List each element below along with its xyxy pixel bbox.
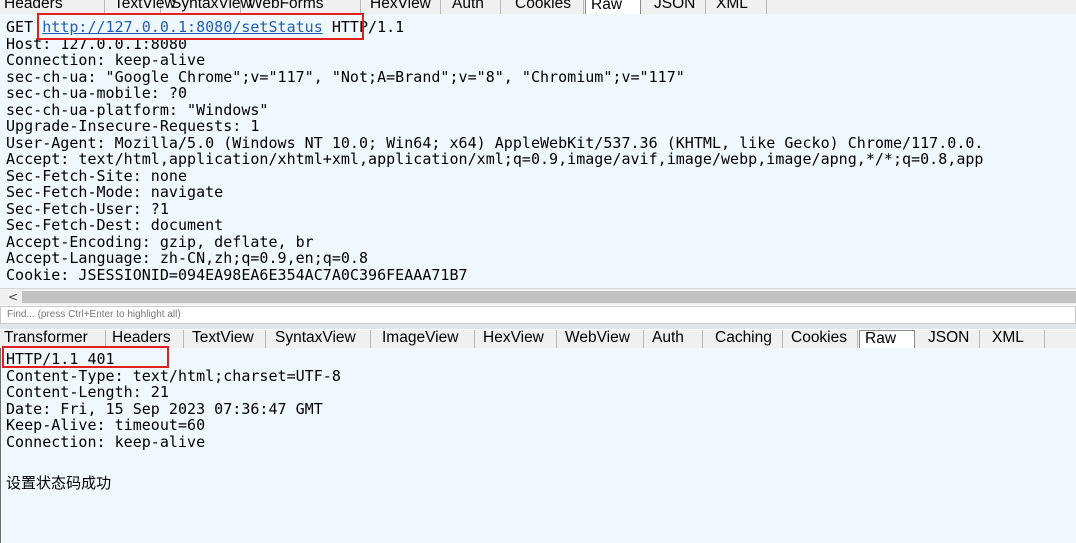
response-tab-transformer[interactable]: Transformer xyxy=(4,330,106,348)
response-tab-syntaxview[interactable]: SyntaxView xyxy=(268,330,371,348)
response-tab-headers[interactable]: Headers xyxy=(107,330,184,348)
request-header-line: sec-ch-ua-platform: "Windows" xyxy=(6,100,269,119)
request-header-line: User-Agent: Mozilla/5.0 (Windows NT 10.0… xyxy=(6,133,984,152)
request-tab-syntaxview[interactable]: SyntaxView xyxy=(165,0,252,14)
request-tab-bar: Headers TextView SyntaxView WebForms Hex… xyxy=(0,0,1076,14)
request-header-line: Connection: keep-alive xyxy=(6,51,206,69)
request-header-line: Host: 127.0.0.1:8080 xyxy=(6,34,188,53)
request-header-line: Accept-Language: zh-CN,zh;q=0.9,en;q=0.8 xyxy=(6,249,369,267)
request-header-line: Accept: text/html,application/xhtml+xml,… xyxy=(6,150,984,168)
response-header-line: Date: Fri, 15 Sep 2023 07:36:47 GMT xyxy=(6,399,323,418)
request-tab-xml[interactable]: XML xyxy=(709,0,767,14)
request-tab-cookies[interactable]: Cookies xyxy=(505,0,584,14)
response-body-text: 设置状态码成功 xyxy=(6,474,112,492)
request-method: GET xyxy=(6,18,43,36)
response-tab-caching[interactable]: Caching xyxy=(706,330,783,348)
pane-splitter[interactable] xyxy=(0,324,1076,329)
request-tab-auth[interactable]: Auth xyxy=(442,0,501,14)
request-header-line: Sec-Fetch-Mode: navigate xyxy=(6,183,224,201)
request-header-line: sec-ch-ua-mobile: ?0 xyxy=(6,84,188,102)
response-tab-webview[interactable]: WebView xyxy=(559,330,644,348)
response-tab-bar: Transformer Headers TextView SyntaxView … xyxy=(0,330,1076,348)
request-protocol: HTTP/1.1 xyxy=(322,18,405,36)
response-header-line: Content-Length: 21 xyxy=(6,383,169,401)
response-tab-json[interactable]: JSON xyxy=(918,330,980,348)
response-tab-raw[interactable]: Raw xyxy=(859,330,915,348)
request-tab-hexview[interactable]: HexView xyxy=(362,0,441,14)
response-raw-pane[interactable]: HTTP/1.1 401 Content-Type: text/html;cha… xyxy=(0,348,1076,543)
response-header-line: Keep-Alive: timeout=60 xyxy=(6,416,206,434)
response-status-line: HTTP/1.1 401 xyxy=(6,350,115,368)
request-header-line: Cookie: JSESSIONID=094EA98EA6E354AC7A0C3… xyxy=(6,265,468,284)
scrollbar-thumb[interactable] xyxy=(22,291,1076,303)
response-header-line: Content-Type: text/html;charset=UTF-8 xyxy=(6,366,341,385)
response-tab-textview[interactable]: TextView xyxy=(186,330,266,348)
request-header-line: Sec-Fetch-Dest: document xyxy=(6,216,224,234)
find-placeholder: Find... (press Ctrl+Enter to highlight a… xyxy=(7,309,181,320)
response-tab-xml[interactable]: XML xyxy=(982,330,1045,348)
request-header-line: Sec-Fetch-User: ?1 xyxy=(6,199,169,218)
request-tab-headers[interactable]: Headers xyxy=(4,0,105,14)
request-tab-webforms[interactable]: WebForms xyxy=(242,0,361,14)
response-tab-hexview[interactable]: HexView xyxy=(476,330,557,348)
chevron-left-icon[interactable]: < xyxy=(8,289,18,305)
request-tab-json[interactable]: JSON xyxy=(645,0,706,14)
response-tab-imageview[interactable]: ImageView xyxy=(373,330,475,348)
find-input[interactable]: Find... (press Ctrl+Enter to highlight a… xyxy=(0,306,1076,324)
request-horizontal-scrollbar[interactable]: < xyxy=(0,288,1076,305)
request-tab-raw[interactable]: Raw xyxy=(585,0,641,14)
request-header-line: Accept-Encoding: gzip, deflate, br xyxy=(6,232,314,251)
request-url-link[interactable]: http://127.0.0.1:8080/setStatus xyxy=(42,18,323,36)
response-tab-cookies[interactable]: Cookies xyxy=(784,330,858,348)
request-header-line: Sec-Fetch-Site: none xyxy=(6,166,188,185)
response-tab-auth[interactable]: Auth xyxy=(646,330,703,348)
request-header-line: sec-ch-ua: "Google Chrome";v="117", "Not… xyxy=(6,67,685,86)
request-header-line: Upgrade-Insecure-Requests: 1 xyxy=(6,117,260,135)
request-line: GET http://127.0.0.1:8080/setStatus HTTP… xyxy=(6,19,404,36)
request-raw-pane[interactable]: GET http://127.0.0.1:8080/setStatus HTTP… xyxy=(0,14,1076,288)
response-header-line: Connection: keep-alive xyxy=(6,432,206,451)
request-tab-textview[interactable]: TextView xyxy=(110,0,176,14)
